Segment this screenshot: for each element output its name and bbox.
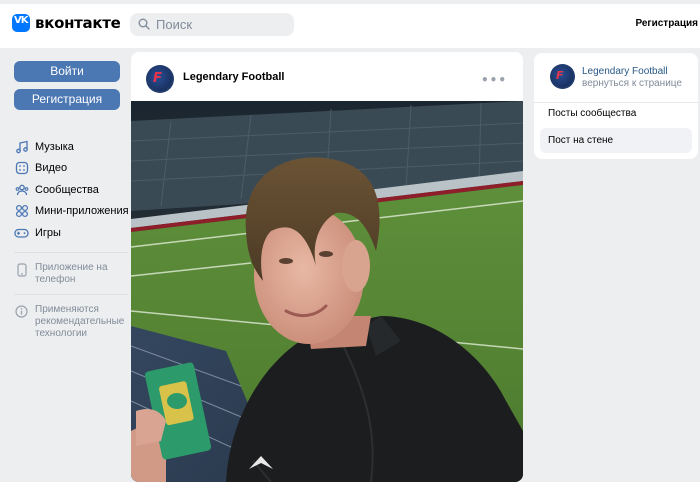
app-promo-text: Приложение на телефон bbox=[35, 262, 108, 285]
vk-logo[interactable]: VK вконтакте bbox=[12, 14, 121, 32]
community-panel: F Legendary Football вернуться к страниц… bbox=[534, 53, 698, 159]
community-name[interactable]: Legendary Football bbox=[582, 66, 668, 77]
more-options-icon[interactable]: ••• bbox=[481, 73, 507, 87]
post-photo-image bbox=[131, 101, 523, 482]
vk-logo-icon: VK bbox=[12, 14, 30, 32]
community-avatar[interactable]: F bbox=[146, 65, 174, 93]
gamepad-icon bbox=[14, 225, 29, 240]
sidebar-divider bbox=[14, 252, 128, 253]
recommendation-tech-text: Применяются рекомендательные технологии bbox=[35, 304, 125, 339]
apps-icon bbox=[14, 204, 29, 219]
app-promo-link[interactable]: Приложение на телефон bbox=[14, 262, 115, 286]
header-register-link[interactable]: Регистрация bbox=[635, 18, 698, 29]
sidebar-item-label: Сообщества bbox=[35, 183, 99, 196]
post-author[interactable]: Legendary Football bbox=[183, 71, 284, 83]
music-icon bbox=[14, 139, 29, 154]
sidebar-nav: Музыка Видео Сообщества Мини-приложения … bbox=[14, 136, 129, 244]
sidebar-item-communities[interactable]: Сообщества bbox=[14, 179, 129, 201]
sidebar-item-label: Видео bbox=[35, 162, 68, 175]
header-top-strip bbox=[0, 0, 700, 4]
sidebar-item-mini-apps[interactable]: Мини-приложения bbox=[14, 201, 129, 223]
post-card: F Legendary Football ••• bbox=[131, 52, 523, 482]
menu-item-community-posts[interactable]: Посты сообщества bbox=[540, 101, 692, 126]
sidebar-item-label: Мини-приложения bbox=[35, 205, 129, 218]
sidebar-item-music[interactable]: Музыка bbox=[14, 136, 129, 158]
login-button[interactable]: Войти bbox=[14, 61, 120, 82]
sidebar-item-label: Игры bbox=[35, 226, 61, 239]
top-header: VK вконтакте Регистрация bbox=[0, 0, 700, 48]
recommendation-tech-link[interactable]: Применяются рекомендательные технологии bbox=[14, 304, 125, 340]
avatar-letter: F bbox=[556, 69, 564, 82]
post-photo[interactable] bbox=[131, 101, 523, 482]
communities-icon bbox=[14, 182, 29, 197]
sidebar-item-video[interactable]: Видео bbox=[14, 158, 129, 180]
avatar-letter: F bbox=[153, 71, 162, 86]
back-to-page-link[interactable]: вернуться к странице bbox=[582, 78, 682, 89]
register-button[interactable]: Регистрация bbox=[14, 89, 120, 110]
sidebar-divider bbox=[14, 294, 128, 295]
brand-name: вконтакте bbox=[35, 14, 121, 32]
search-box[interactable] bbox=[130, 13, 294, 36]
search-icon bbox=[138, 18, 150, 30]
search-input[interactable] bbox=[156, 16, 286, 33]
video-icon bbox=[14, 161, 29, 176]
sidebar-item-games[interactable]: Игры bbox=[14, 222, 129, 244]
info-icon bbox=[14, 304, 29, 319]
community-avatar[interactable]: F bbox=[550, 64, 575, 89]
phone-icon bbox=[14, 262, 29, 277]
sidebar-item-label: Музыка bbox=[35, 140, 74, 153]
menu-item-wall-post[interactable]: Пост на стене bbox=[540, 128, 692, 153]
